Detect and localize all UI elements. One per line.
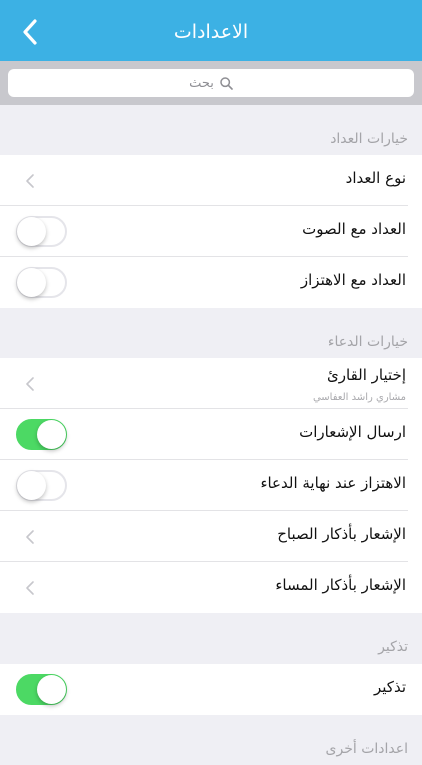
row-vibrate-end-dua: الاهتزاز عند نهاية الدعاء bbox=[0, 460, 422, 511]
row-reciter-select[interactable]: إختيار القارئ مشاري راشد العفاسي bbox=[0, 358, 422, 409]
chevron-left-icon bbox=[26, 581, 34, 595]
search-input[interactable]: بحث bbox=[8, 69, 414, 97]
search-placeholder: بحث bbox=[189, 75, 214, 91]
row-label: العداد مع الصوت bbox=[302, 220, 406, 238]
toggle-knob bbox=[37, 420, 66, 449]
toggle-knob bbox=[37, 675, 66, 704]
row-morning-adhkar[interactable]: الإشعار بأذكار الصباح bbox=[0, 511, 422, 562]
row-label: تذكير bbox=[374, 678, 406, 696]
chevron-left-icon bbox=[26, 377, 34, 391]
vibrate-end-dua-toggle[interactable] bbox=[16, 470, 67, 501]
reminder-toggle[interactable] bbox=[16, 674, 67, 705]
counter-sound-toggle[interactable] bbox=[16, 216, 67, 247]
row-label: نوع العداد bbox=[345, 169, 406, 187]
nav-bar: الاعدادات bbox=[0, 0, 422, 61]
notifications-toggle[interactable] bbox=[16, 419, 67, 450]
toggle-knob bbox=[17, 471, 46, 500]
toggle-knob bbox=[17, 217, 46, 246]
row-sublabel: مشاري راشد العفاسي bbox=[312, 392, 406, 403]
page-title: الاعدادات bbox=[173, 21, 249, 43]
counter-vibration-toggle[interactable] bbox=[16, 267, 67, 298]
toggle-knob bbox=[17, 268, 46, 297]
row-counter-type[interactable]: نوع العداد bbox=[0, 155, 422, 206]
section-header-counter: خيارات العداد bbox=[330, 131, 408, 147]
search-icon bbox=[220, 76, 233, 90]
row-label: ارسال الإشعارات bbox=[299, 423, 406, 441]
search-bar: بحث bbox=[0, 61, 422, 105]
section-header-reminder: تذكير bbox=[378, 639, 408, 655]
row-label: الإشعار بأذكار الصباح bbox=[277, 525, 406, 543]
row-evening-adhkar[interactable]: الإشعار بأذكار المساء bbox=[0, 562, 422, 613]
section-header-other: اعدادات أخرى bbox=[325, 741, 408, 757]
chevron-left-icon bbox=[26, 174, 34, 188]
section-header-dua: خيارات الدعاء bbox=[327, 334, 408, 350]
row-counter-vibration: العداد مع الاهتزاز bbox=[0, 257, 422, 308]
row-send-notifications: ارسال الإشعارات bbox=[0, 409, 422, 460]
row-label: الاهتزاز عند نهاية الدعاء bbox=[260, 474, 406, 492]
row-label: إختيار القارئ bbox=[327, 366, 406, 384]
row-reminder: تذكير bbox=[0, 664, 422, 715]
row-counter-sound: العداد مع الصوت bbox=[0, 206, 422, 257]
row-label: العداد مع الاهتزاز bbox=[300, 271, 406, 289]
chevron-left-icon bbox=[26, 530, 34, 544]
row-label: الإشعار بأذكار المساء bbox=[275, 576, 406, 594]
